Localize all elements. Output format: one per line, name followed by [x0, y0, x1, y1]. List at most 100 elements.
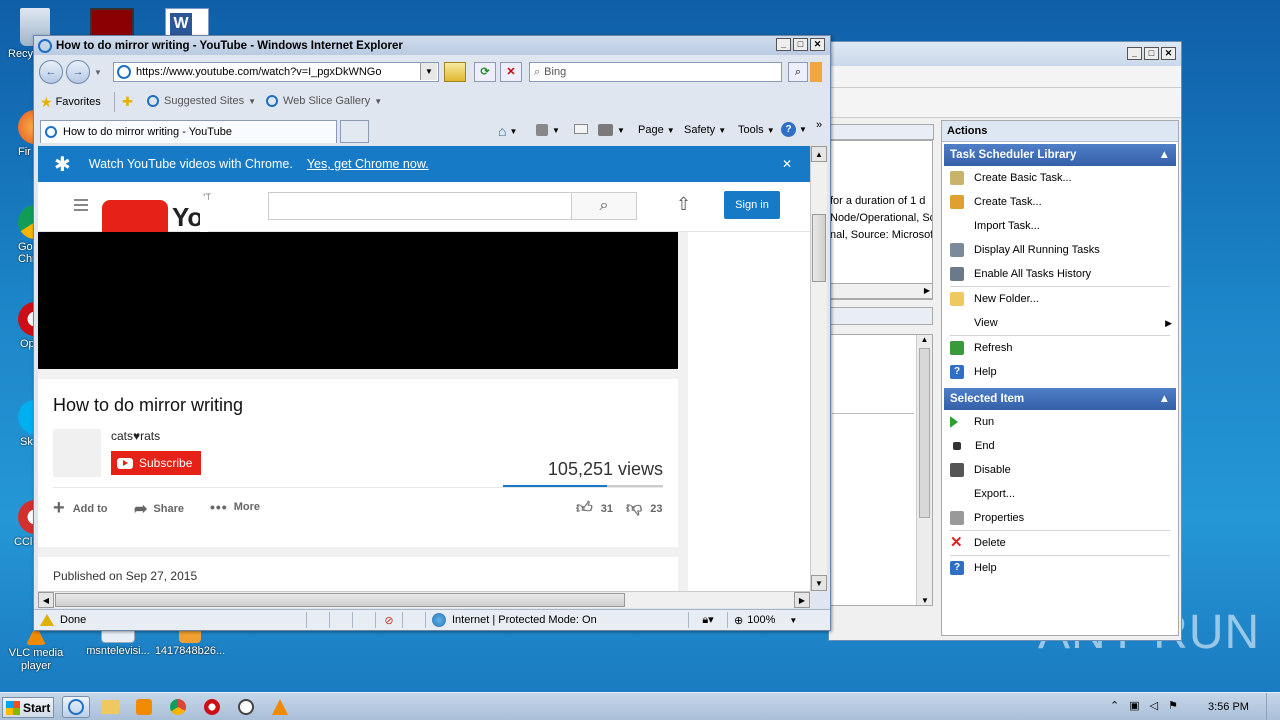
start-button[interactable]: Start: [2, 697, 54, 718]
menu-icon[interactable]: [74, 199, 88, 211]
volume-icon[interactable]: ◁: [1150, 699, 1158, 712]
search-options-button[interactable]: [810, 62, 822, 82]
taskbar-app-chrome[interactable]: [164, 696, 192, 718]
ts-detail-vscrollbar[interactable]: ▲ ▼: [916, 335, 932, 605]
ts-minimize-button[interactable]: _: [1127, 47, 1142, 60]
tools-menu[interactable]: Tools ▼: [738, 124, 775, 136]
lib-action-display-all-running-tasks[interactable]: Display All Running Tasks: [944, 238, 1176, 262]
safety-menu[interactable]: Safety ▼: [684, 124, 726, 136]
ie-minimize-button[interactable]: _: [776, 38, 791, 51]
library-section-header[interactable]: Task Scheduler Library ▲: [944, 144, 1176, 166]
lib-action-create-task[interactable]: Create Task...: [944, 190, 1176, 214]
sel-action-help[interactable]: ? Help: [944, 556, 1176, 580]
zoom-dropdown-icon[interactable]: ▼: [789, 616, 797, 625]
lib-action-import-task[interactable]: Import Task...: [944, 214, 1176, 238]
ts-maximize-button[interactable]: □: [1144, 47, 1159, 60]
popup-blocker-icon[interactable]: ⊘: [376, 614, 402, 627]
dislike-button[interactable]: 👎︎ 23: [626, 499, 663, 518]
search-box[interactable]: ⌕ Bing: [529, 62, 782, 82]
like-button[interactable]: 👍︎ 31: [576, 499, 613, 518]
add-to-button[interactable]: + Add to: [53, 497, 108, 520]
youtube-logo[interactable]: [102, 200, 168, 232]
clock[interactable]: 3:56 PM: [1208, 701, 1249, 713]
suggested-sites-link[interactable]: Suggested Sites ▼: [147, 95, 256, 107]
history-dropdown-icon[interactable]: ▼: [94, 68, 102, 77]
taskbar-app-opera[interactable]: [198, 696, 226, 718]
help-menu[interactable]: ? ▼: [781, 122, 807, 137]
word-document-icon[interactable]: W: [165, 8, 209, 38]
thumbs-up-icon: 👍︎: [576, 500, 593, 517]
page-vscrollbar[interactable]: ▲ ▼: [810, 146, 827, 591]
lib-action-create-basic-task[interactable]: Create Basic Task...: [944, 166, 1176, 190]
taskbar-app-vlc[interactable]: [266, 696, 294, 718]
zoom-level[interactable]: 100%: [747, 614, 775, 626]
taskbar-app-clock[interactable]: [232, 696, 260, 718]
add-favorite-button[interactable]: ✚: [122, 94, 133, 110]
hscroll-thumb[interactable]: [55, 593, 625, 607]
channel-avatar[interactable]: [53, 429, 101, 477]
back-button[interactable]: ←: [39, 60, 63, 84]
sel-action-export[interactable]: Export...: [944, 482, 1176, 506]
zoom-icon: ⊕: [734, 614, 744, 627]
home-button[interactable]: ⌂ ▼: [498, 123, 517, 139]
page-menu[interactable]: Page ▼: [638, 124, 675, 136]
feeds-button[interactable]: ▼: [536, 124, 560, 136]
upload-icon[interactable]: ⇧: [676, 194, 691, 215]
favorites-button[interactable]: ★ Favorites: [40, 94, 101, 110]
youtube-search-input[interactable]: [268, 192, 572, 220]
desktop-icon-vlc[interactable]: VLC media player: [0, 625, 72, 673]
lock-icon[interactable]: [444, 62, 466, 82]
ts-log-hscrollbar[interactable]: ▶: [829, 283, 933, 299]
ie-close-button[interactable]: ✕: [810, 38, 825, 51]
sel-action-run[interactable]: Run: [944, 410, 1176, 434]
sel-action-disable[interactable]: Disable: [944, 458, 1176, 482]
taskbar-app-ie[interactable]: [62, 696, 90, 718]
print-button[interactable]: ▼: [598, 124, 625, 136]
explorer-icon: [101, 700, 119, 714]
subscribe-button[interactable]: Subscribe: [111, 451, 201, 475]
more-button[interactable]: ••• More: [210, 499, 260, 515]
get-chrome-link[interactable]: Yes, get Chrome now.: [307, 157, 429, 171]
channel-name[interactable]: cats♥rats: [111, 429, 160, 443]
forward-button[interactable]: →: [66, 60, 90, 84]
youtube-search-button[interactable]: ⌕: [571, 192, 637, 220]
selected-item-section-header[interactable]: Selected Item ▲: [944, 388, 1176, 410]
address-dropdown-button[interactable]: ▼: [420, 63, 437, 80]
security-zone[interactable]: Internet | Protected Mode: On: [452, 614, 688, 626]
address-bar[interactable]: https://www.youtube.com/watch?v=I_pgxDkW…: [113, 62, 439, 82]
new-tab-button[interactable]: [340, 120, 369, 143]
share-button[interactable]: ➦ Share: [134, 499, 184, 519]
tray-expand-icon[interactable]: ⌃: [1110, 699, 1119, 712]
page-hscrollbar[interactable]: ◀ ▶: [38, 591, 810, 608]
sel-action-end[interactable]: End: [944, 434, 1176, 458]
show-desktop-button[interactable]: [1266, 693, 1280, 720]
ts-close-button[interactable]: ✕: [1161, 47, 1176, 60]
sel-action-delete[interactable]: ✕ Delete: [944, 531, 1176, 555]
lib-action-new-folder[interactable]: New Folder...: [944, 287, 1176, 311]
address-input[interactable]: https://www.youtube.com/watch?v=I_pgxDkW…: [136, 66, 381, 78]
ie-window: How to do mirror writing - YouTube - Win…: [33, 35, 831, 631]
more-commands-icon[interactable]: »: [816, 119, 822, 131]
vscroll-thumb[interactable]: [812, 214, 826, 282]
sel-action-properties[interactable]: Properties: [944, 506, 1176, 530]
lib-action-enable-all-tasks-history[interactable]: Enable All Tasks History: [944, 262, 1176, 286]
pdf-app-icon[interactable]: [90, 8, 134, 38]
lib-action-view[interactable]: View ▶: [944, 311, 1176, 335]
action-center-icon[interactable]: ⚑: [1168, 699, 1178, 712]
lib-action-help[interactable]: ? Help: [944, 360, 1176, 384]
protected-mode-icon[interactable]: 🔒︎▾: [689, 613, 727, 627]
ie-maximize-button[interactable]: □: [793, 38, 808, 51]
tab-active[interactable]: How to do mirror writing - YouTube: [40, 120, 337, 143]
taskbar-app-media-player[interactable]: [130, 696, 158, 718]
video-player[interactable]: [38, 232, 678, 369]
sign-in-button[interactable]: Sign in: [724, 191, 780, 219]
refresh-button[interactable]: ⟳: [474, 62, 496, 82]
stop-button[interactable]: ✕: [500, 62, 522, 82]
lib-action-refresh[interactable]: Refresh: [944, 336, 1176, 360]
read-mail-button[interactable]: [574, 124, 588, 134]
banner-close-icon[interactable]: ✕: [782, 157, 792, 171]
web-slice-gallery-link[interactable]: Web Slice Gallery ▼: [266, 95, 382, 107]
network-icon[interactable]: ▣: [1129, 699, 1139, 712]
taskbar-app-explorer[interactable]: [96, 696, 124, 718]
search-button[interactable]: ⌕: [788, 62, 808, 82]
